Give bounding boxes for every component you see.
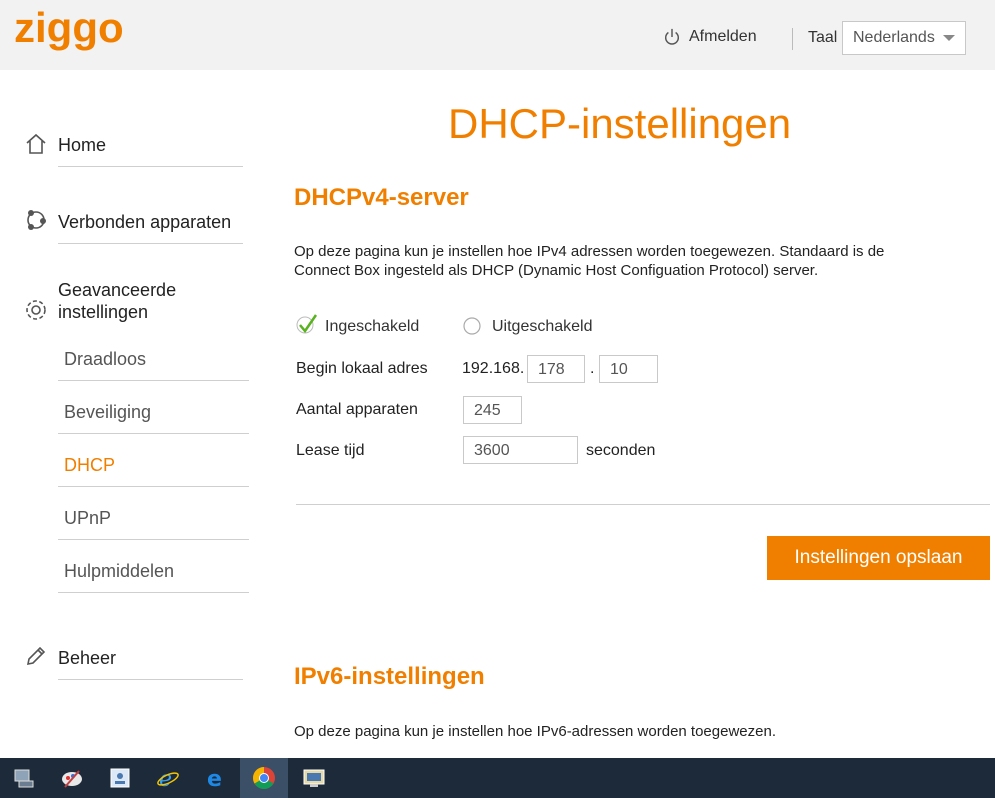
sub-divider (58, 592, 249, 593)
taskbar-paint[interactable] (48, 758, 96, 798)
ip-octet4-input[interactable]: 10 (599, 355, 658, 383)
chevron-down-icon (943, 35, 955, 41)
checkmark-icon[interactable] (296, 313, 318, 335)
gear-icon (26, 300, 46, 320)
ipv6-description: Op deze pagina kun je instellen hoe IPv6… (294, 723, 776, 740)
lease-unit-label: seconden (586, 442, 656, 459)
language-label: Taal (808, 29, 838, 46)
nav-item-advanced-line1[interactable]: Geavanceerde (58, 280, 176, 301)
radio-enabled-label[interactable]: Ingeschakeld (325, 318, 419, 336)
logout-label: Afmelden (689, 28, 757, 45)
taskbar-remote-desktop[interactable] (290, 758, 338, 798)
pencil-icon (26, 646, 46, 666)
dhcpv4-section-title: DHCPv4-server (294, 184, 469, 211)
language-selected-value: Nederlands (853, 29, 935, 46)
remote-desktop-icon (303, 769, 325, 787)
nav-item-beheer[interactable]: Beheer (58, 648, 116, 669)
sidebar-item-hulpmiddelen[interactable]: Hulpmiddelen (64, 561, 174, 582)
logout-button[interactable]: Afmelden (663, 28, 757, 46)
lease-time-input[interactable]: 3600 (463, 436, 578, 464)
ip-octet3-input[interactable]: 178 (527, 355, 585, 383)
radio-disabled[interactable] (463, 317, 481, 335)
internet-explorer-icon: e (157, 767, 179, 791)
svg-text:e: e (207, 767, 222, 791)
header-divider (792, 28, 793, 50)
chrome-icon (253, 767, 275, 789)
nav-divider (58, 243, 243, 244)
nav-divider (58, 166, 243, 167)
radio-disabled-label[interactable]: Uitgeschakeld (492, 318, 593, 336)
save-settings-button[interactable]: Instellingen opslaan (767, 536, 990, 580)
taskbar-computer[interactable] (0, 758, 48, 798)
ziggo-logo[interactable]: ziggo (14, 8, 134, 52)
ip-prefix: 192.168. (462, 360, 525, 377)
edge-icon: e (207, 767, 222, 791)
nav-divider (58, 679, 243, 680)
language-select[interactable]: Nederlands (842, 21, 966, 55)
sidebar-item-beveiliging[interactable]: Beveiliging (64, 402, 151, 423)
contact-card-icon (110, 768, 130, 788)
connected-devices-icon (27, 210, 46, 230)
lease-time-label: Lease tijd (296, 442, 365, 459)
section-divider (296, 504, 990, 505)
taskbar-chrome[interactable] (240, 758, 288, 798)
taskbar: e e (0, 758, 995, 798)
device-count-input[interactable]: 245 (463, 396, 522, 424)
nav-item-home[interactable]: Home (58, 135, 106, 156)
ipv6-section-title: IPv6-instellingen (294, 663, 485, 690)
power-icon (664, 28, 680, 45)
home-icon (26, 133, 46, 154)
taskbar-edge[interactable]: e (192, 758, 240, 798)
sub-divider (58, 433, 249, 434)
computer-icon (14, 769, 34, 788)
nav-item-connected-devices[interactable]: Verbonden apparaten (58, 212, 231, 233)
svg-text:ziggo: ziggo (14, 8, 124, 51)
sidebar-item-draadloos[interactable]: Draadloos (64, 349, 146, 370)
sidebar-item-dhcp[interactable]: DHCP (64, 455, 115, 476)
device-count-label: Aantal apparaten (296, 401, 418, 418)
ip-dot: . (590, 360, 595, 377)
sub-divider (58, 380, 249, 381)
header: ziggo Afmelden Taal Nederlands (0, 0, 995, 70)
dhcpv4-description-line2: Connect Box ingesteld als DHCP (Dynamic … (294, 262, 819, 279)
sub-divider (58, 486, 249, 487)
sidebar-item-upnp[interactable]: UPnP (64, 508, 111, 529)
taskbar-contacts[interactable] (96, 758, 144, 798)
dhcpv4-description-line1: Op deze pagina kun je instellen hoe IPv4… (294, 243, 885, 260)
nav-item-advanced-line2[interactable]: instellingen (58, 302, 148, 323)
page-title: DHCP-instellingen (448, 100, 792, 147)
sub-divider (58, 539, 249, 540)
paint-icon (62, 770, 82, 788)
taskbar-internet-explorer[interactable]: e (144, 758, 192, 798)
start-address-label: Begin lokaal adres (296, 360, 428, 377)
